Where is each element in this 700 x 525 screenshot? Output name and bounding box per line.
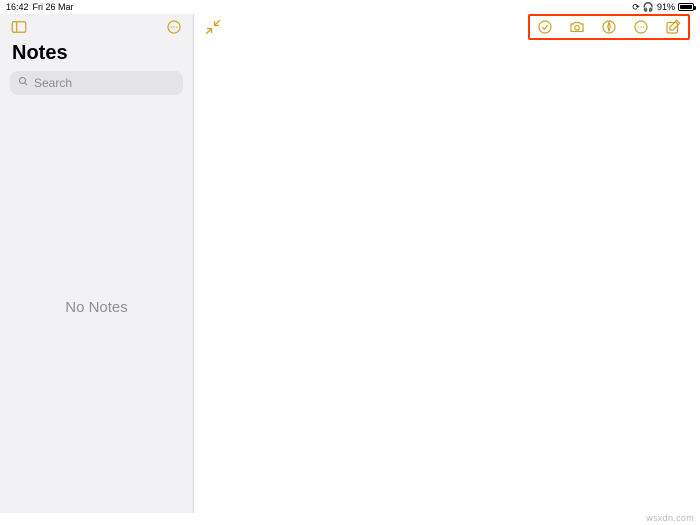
empty-state: No Notes	[0, 101, 193, 513]
more-circle-icon[interactable]	[632, 18, 650, 36]
main-row: Notes No Notes	[0, 14, 700, 513]
search-input[interactable]	[34, 76, 189, 90]
collapse-arrows-icon[interactable]	[204, 18, 222, 36]
status-bar: 16:42 Fri 26 Mar ⟳ 🎧 91%	[0, 0, 700, 14]
status-time: 16:42	[6, 2, 29, 12]
watermark: wsxdn.com	[646, 513, 694, 523]
sidebar: Notes No Notes	[0, 14, 194, 513]
battery-percent: 91%	[657, 2, 675, 12]
sidebar-toggle-icon[interactable]	[10, 18, 28, 36]
content-toolbar	[194, 14, 700, 40]
page-title: Notes	[0, 40, 193, 71]
camera-icon[interactable]	[568, 18, 586, 36]
headphones-icon: 🎧	[643, 3, 654, 12]
device-frame: 16:42 Fri 26 Mar ⟳ 🎧 91%	[0, 0, 700, 525]
status-right: ⟳ 🎧 91%	[632, 2, 694, 12]
note-content-area	[194, 14, 700, 513]
status-left: 16:42 Fri 26 Mar	[6, 2, 74, 12]
markup-pen-icon[interactable]	[600, 18, 618, 36]
checklist-icon[interactable]	[536, 18, 554, 36]
search-field[interactable]	[10, 71, 183, 95]
toolbar-highlight-box	[528, 14, 690, 40]
compose-icon[interactable]	[664, 18, 682, 36]
sync-icon: ⟳	[632, 3, 640, 12]
ellipsis-circle-icon[interactable]	[165, 18, 183, 36]
sidebar-toolbar	[0, 14, 193, 40]
search-icon	[17, 74, 29, 92]
battery-icon	[678, 3, 694, 11]
status-date: Fri 26 Mar	[33, 2, 74, 12]
